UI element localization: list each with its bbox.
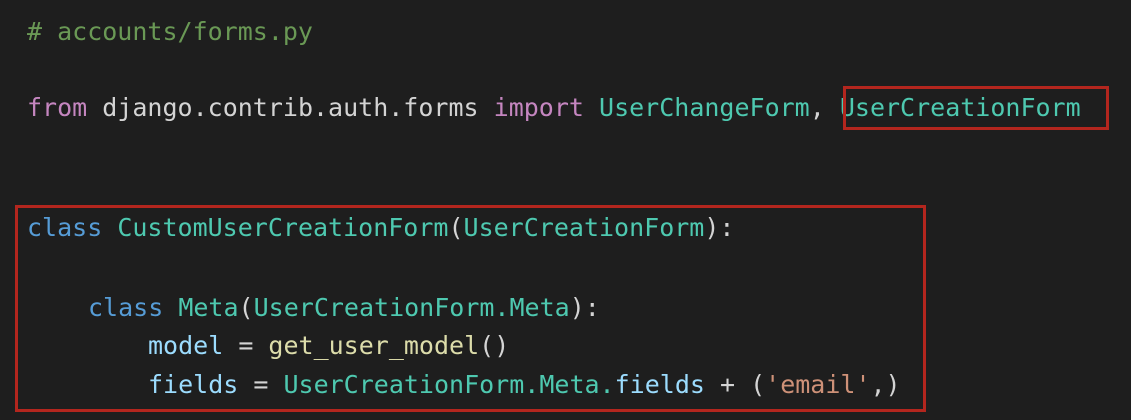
filename-comment: # accounts/forms.py — [27, 17, 313, 46]
import-comma: , — [809, 93, 840, 122]
code-editor: # accounts/forms.py from django.contrib.… — [0, 0, 1131, 420]
import-highlight-box — [843, 86, 1109, 130]
import-keyword: import — [493, 93, 584, 122]
imported-name-user-change-form: UserChangeForm — [599, 93, 810, 122]
code-line-comment: # accounts/forms.py — [27, 16, 313, 48]
from-keyword: from — [27, 93, 88, 122]
module-path: django.contrib.auth.forms — [102, 93, 479, 122]
class-highlight-box — [15, 205, 926, 412]
